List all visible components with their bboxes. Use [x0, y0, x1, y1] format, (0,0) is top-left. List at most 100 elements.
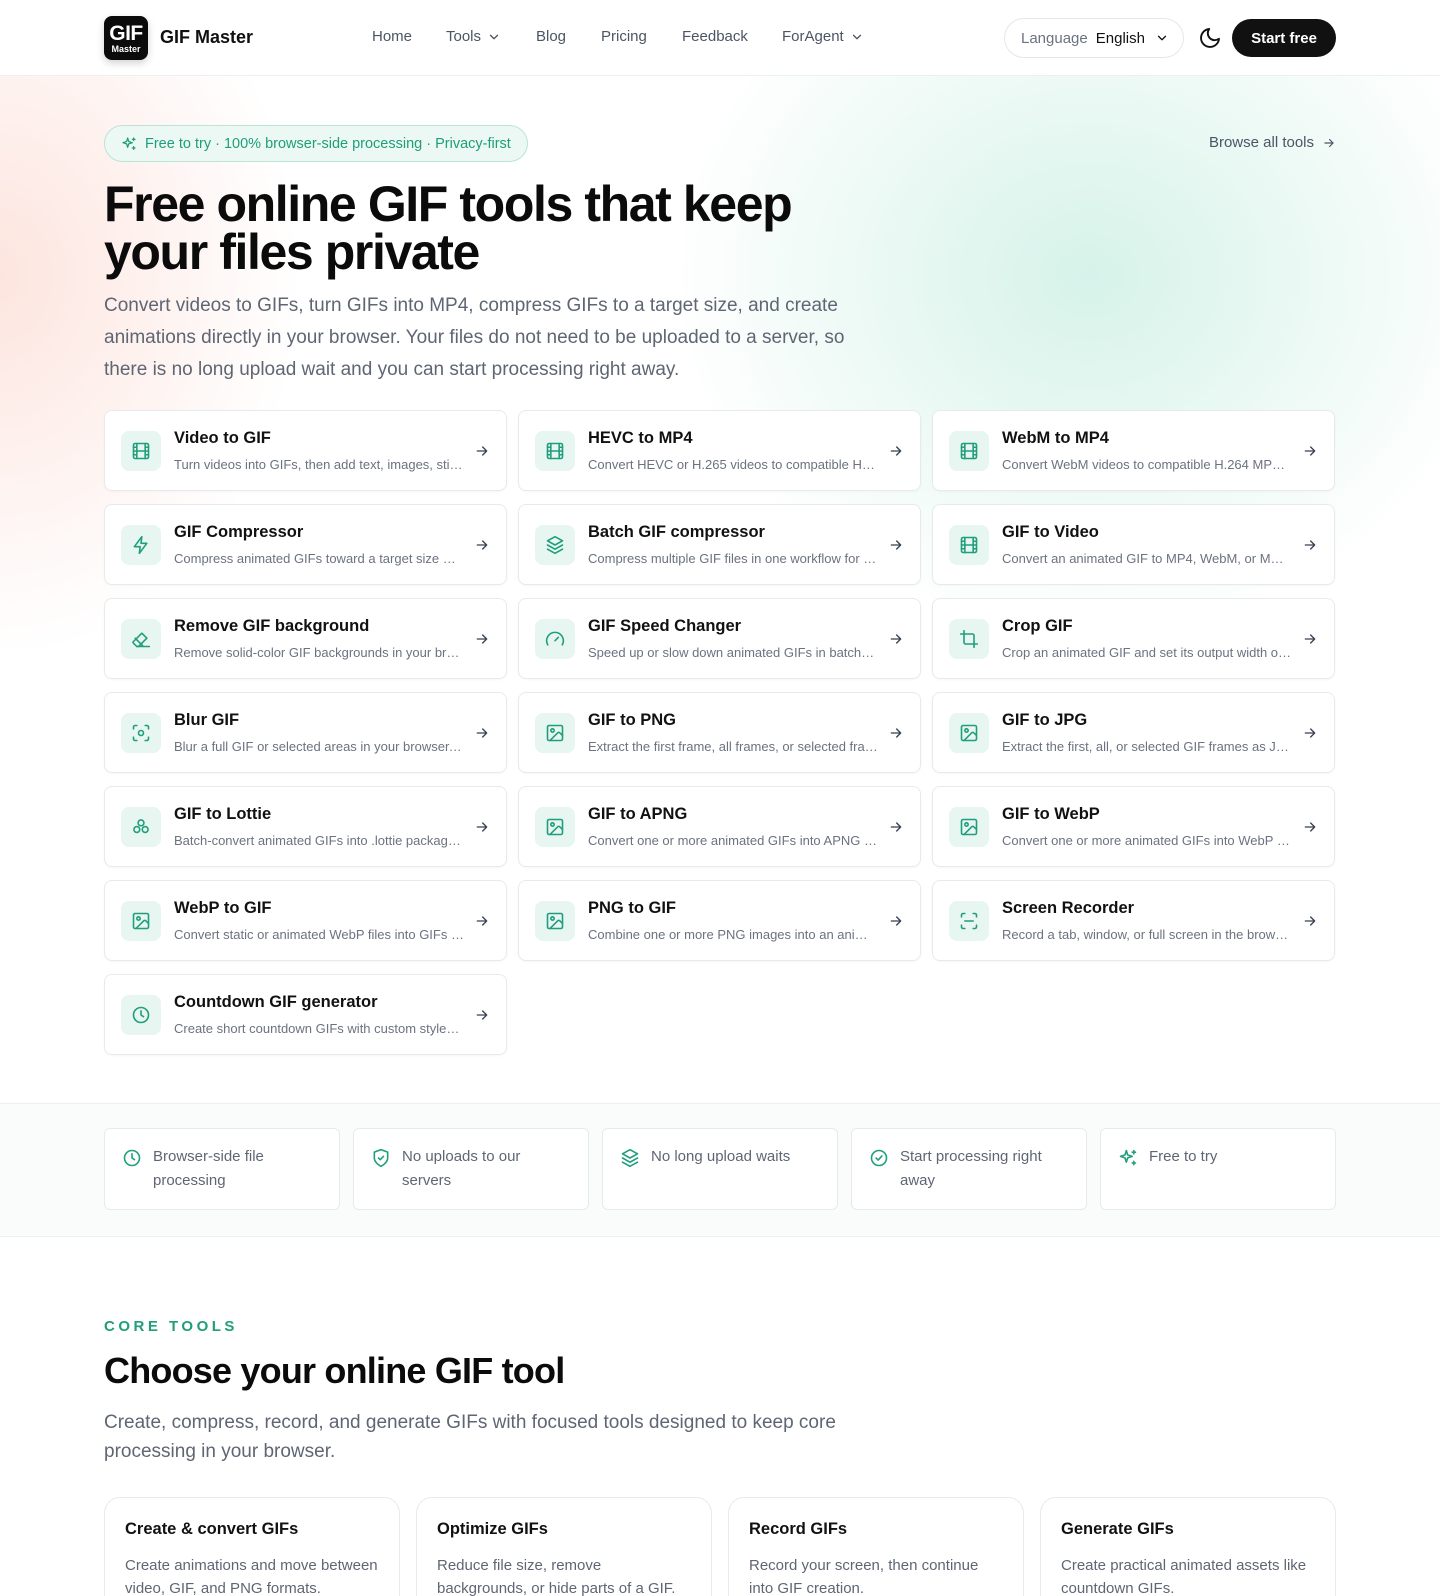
image-icon — [960, 724, 978, 742]
film-icon — [960, 442, 978, 460]
tool-description: Remove solid-color GIF backgrounds in yo… — [174, 645, 464, 660]
browse-all-tools-link[interactable]: Browse all tools — [1209, 134, 1336, 151]
tool-card[interactable]: Remove GIF background Remove solid-color … — [104, 598, 507, 679]
arrow-right-icon — [476, 916, 488, 926]
tool-title: GIF Speed Changer — [588, 617, 742, 635]
arrow-right-icon — [1304, 916, 1316, 926]
tool-card[interactable]: GIF to APNG Convert one or more animated … — [518, 786, 921, 867]
tool-description: Convert one or more animated GIFs into W… — [1002, 833, 1292, 848]
feature-row: Browser-side file processing No uploads t… — [104, 1128, 1336, 1210]
tool-title: Video to GIF — [174, 429, 271, 447]
nav-item-pricing[interactable]: Pricing — [601, 28, 647, 45]
nav-item-blog[interactable]: Blog — [536, 28, 566, 45]
tool-icon-box — [121, 431, 161, 471]
tool-card[interactable]: GIF to JPG Extract the first, all, or sel… — [932, 692, 1335, 773]
tool-card[interactable]: WebP to GIF Convert static or animated We… — [104, 880, 507, 961]
tool-icon-box — [535, 431, 575, 471]
category-card[interactable]: Optimize GIFs Reduce file size, remove ba… — [416, 1497, 712, 1596]
category-title: Optimize GIFs — [437, 1520, 548, 1538]
tool-card[interactable]: Countdown GIF generator Create short coun… — [104, 974, 507, 1055]
tool-title: WebM to MP4 — [1002, 429, 1109, 447]
nav-item-label: Home — [372, 28, 413, 45]
bolt-icon — [133, 535, 148, 555]
language-selector[interactable]: Language English — [1004, 18, 1184, 58]
tool-card[interactable]: Batch GIF compressor Compress multiple GI… — [518, 504, 921, 585]
tool-description: Convert an animated GIF to MP4, WebM, or… — [1002, 551, 1292, 566]
tool-icon-box — [121, 619, 161, 659]
feature-card: No uploads to our servers — [353, 1128, 589, 1210]
tool-card[interactable]: GIF to WebP Convert one or more animated … — [932, 786, 1335, 867]
hero-lead: Convert videos to GIFs, turn GIFs into M… — [104, 295, 845, 380]
tool-title: Countdown GIF generator — [174, 993, 378, 1011]
tool-card[interactable]: GIF Speed Changer Speed up or slow down a… — [518, 598, 921, 679]
arrow-right-icon — [890, 540, 902, 550]
chevron-down-icon — [1157, 35, 1167, 41]
crop-icon — [959, 629, 979, 649]
category-row: Create & convert GIFs Create animations a… — [104, 1497, 1336, 1596]
tool-card[interactable]: Screen Recorder Record a tab, window, or … — [932, 880, 1335, 961]
tool-card[interactable]: HEVC to MP4 Convert HEVC or H.265 videos … — [518, 410, 921, 491]
nav-item-feedback[interactable]: Feedback — [682, 28, 748, 45]
tool-card[interactable]: Video to GIF Turn videos into GIFs, then … — [104, 410, 507, 491]
nav-item-tools[interactable]: Tools — [446, 28, 501, 45]
check-circle-icon — [870, 1149, 888, 1167]
tool-icon-box — [121, 713, 161, 753]
arrow-right-icon — [476, 634, 488, 644]
category-card[interactable]: Create & convert GIFs Create animations a… — [104, 1497, 400, 1596]
tool-title: GIF to PNG — [588, 711, 676, 729]
feature-text: Browser-side file processing — [153, 1148, 264, 1189]
language-label: Language — [1021, 29, 1088, 47]
arrow-right-icon — [1304, 634, 1316, 644]
image-icon — [546, 912, 564, 930]
badge-text: Free to try · 100% browser-side processi… — [145, 135, 511, 152]
tool-icon-box — [949, 525, 989, 565]
category-description: Record your screen, then continue into G… — [749, 1557, 979, 1596]
arrow-right-icon — [476, 446, 488, 456]
logo-text-bottom: Master — [111, 43, 141, 54]
tool-title: HEVC to MP4 — [588, 429, 693, 447]
moon-icon[interactable] — [1198, 26, 1222, 50]
tool-card[interactable]: WebM to MP4 Convert WebM videos to compat… — [932, 410, 1335, 491]
tool-card[interactable]: Blur GIF Blur a full GIF or selected area… — [104, 692, 507, 773]
tool-card[interactable]: GIF to Lottie Batch-convert animated GIFs… — [104, 786, 507, 867]
brand-name[interactable]: GIF Master — [160, 27, 253, 48]
eraser-icon — [132, 632, 151, 648]
gif-master-logo[interactable]: GIF Master — [104, 16, 148, 60]
tool-card[interactable]: GIF to Video Convert an animated GIF to M… — [932, 504, 1335, 585]
chevron-down-icon — [852, 34, 861, 39]
tool-title: Screen Recorder — [1002, 899, 1135, 917]
feature-card: Browser-side file processing — [104, 1128, 340, 1210]
chevron-down-icon — [489, 34, 499, 39]
tool-card[interactable]: GIF to PNG Extract the first frame, all f… — [518, 692, 921, 773]
nav-item-label: Blog — [536, 28, 567, 45]
layers-icon — [621, 1148, 639, 1168]
tool-icon-box — [949, 713, 989, 753]
tool-icon-box — [535, 713, 575, 753]
nav-item-label: Pricing — [601, 28, 647, 45]
arrow-right-icon — [476, 540, 488, 550]
arrow-right-icon — [1304, 728, 1316, 738]
arrow-right-icon — [476, 728, 488, 738]
tool-card[interactable]: Crop GIF Crop an animated GIF and set its… — [932, 598, 1335, 679]
nav-item-foragent[interactable]: ForAgent — [782, 28, 864, 45]
start-free-button[interactable]: Start free — [1232, 19, 1336, 57]
hero-badge: Free to try · 100% browser-side processi… — [104, 125, 528, 162]
tool-card[interactable]: PNG to GIF Combine one or more PNG images… — [518, 880, 921, 961]
tool-title: PNG to GIF — [588, 899, 676, 917]
tool-description: Blur a full GIF or selected areas in you… — [174, 739, 464, 754]
tool-description: Combine one or more PNG images into an a… — [588, 927, 878, 942]
category-title: Create & convert GIFs — [125, 1520, 299, 1538]
arrow-right-icon — [1304, 822, 1316, 832]
tool-icon-box — [535, 901, 575, 941]
tool-title: GIF to WebP — [1002, 805, 1100, 823]
category-card[interactable]: Generate GIFs Create practical animated a… — [1040, 1497, 1336, 1596]
clock-icon — [123, 1149, 141, 1167]
nav-item-home[interactable]: Home — [372, 28, 412, 45]
film-icon — [960, 536, 978, 554]
arrow-right-icon — [890, 634, 902, 644]
tool-icon-box — [121, 525, 161, 565]
tool-card[interactable]: GIF Compressor Compress animated GIFs tow… — [104, 504, 507, 585]
arrow-right-icon — [1304, 540, 1316, 550]
tool-description: Compress animated GIFs toward a target s… — [174, 551, 464, 566]
category-card[interactable]: Record GIFs Record your screen, then cont… — [728, 1497, 1024, 1596]
